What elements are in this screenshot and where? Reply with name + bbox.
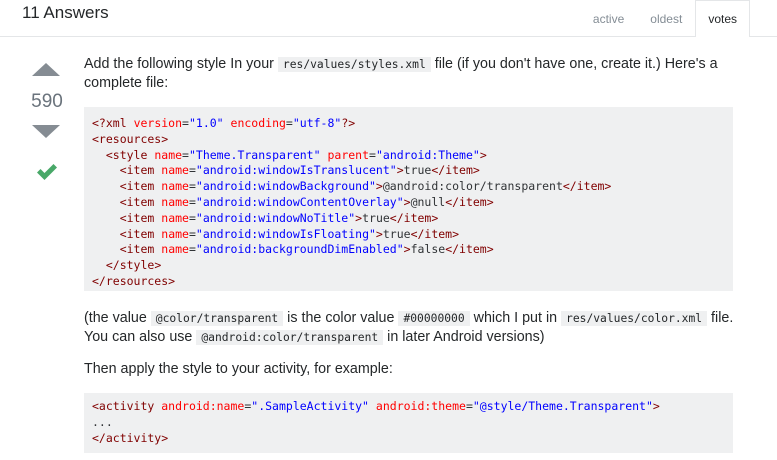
accepted-checkmark-icon: [37, 164, 57, 180]
code-line: <item name="android:windowIsTranslucent"…: [119, 163, 480, 178]
code-block-styles-xml: <?xml version="1.0" encoding="utf-8"?> <…: [84, 107, 733, 291]
answer-paragraph-intro: Add the following style In your res/valu…: [84, 55, 749, 93]
code-line: <?xml version="1.0" encoding="utf-8"?>: [92, 116, 356, 130]
code-line: </style>: [105, 258, 162, 273]
answers-count-title: 11 Answers: [22, 3, 109, 22]
inline-code: #00000000: [398, 311, 470, 326]
text-span: which I put in: [469, 310, 562, 326]
code-line: <activity android:name=".SampleActivity"…: [92, 399, 660, 413]
text-span: is the color value: [283, 310, 399, 326]
vote-count: 590: [31, 91, 63, 112]
tab-oldest[interactable]: oldest: [637, 0, 695, 36]
code-line: <item name="android:windowIsFloating">tr…: [119, 226, 460, 241]
code-line: </resources>: [92, 273, 176, 288]
inline-code: @color/transparent: [150, 311, 284, 326]
text-span: Add the following style In your: [84, 56, 278, 72]
downvote-arrow-icon[interactable]: [32, 125, 60, 138]
text-span: in later Android versions): [383, 329, 545, 345]
answer-paragraph-apply: Then apply the style to your activity, f…: [84, 361, 393, 377]
inline-code: res/values/color.xml: [561, 311, 708, 326]
code-line: <item name="android:windowBackground">@a…: [119, 179, 612, 194]
code-block-manifest: <activity android:name=".SampleActivity"…: [84, 393, 733, 453]
text-span: (the value: [84, 310, 151, 326]
upvote-arrow-icon[interactable]: [32, 63, 60, 76]
answer-paragraph-color: (the value @color/transparent is the col…: [84, 309, 749, 347]
code-line: <item name="android:windowNoTitle">true<…: [119, 210, 439, 225]
inline-code: res/values/styles.xml: [277, 57, 431, 72]
tab-votes[interactable]: votes: [695, 0, 750, 37]
inline-code: @android:color/transparent: [196, 330, 384, 345]
answers-header: 11 Answers active oldest votes: [0, 0, 777, 37]
tab-active[interactable]: active: [580, 0, 637, 36]
code-line: <resources>: [92, 131, 169, 146]
code-line: <style name="Theme.Transparent" parent="…: [105, 147, 487, 162]
code-line: </activity>: [92, 430, 169, 445]
code-line: <item name="android:backgroundDimEnabled…: [119, 242, 494, 257]
code-line: <item name="android:windowContentOverlay…: [119, 194, 494, 209]
sort-tabs: active oldest votes: [580, 0, 750, 37]
code-line: ...: [92, 414, 113, 429]
